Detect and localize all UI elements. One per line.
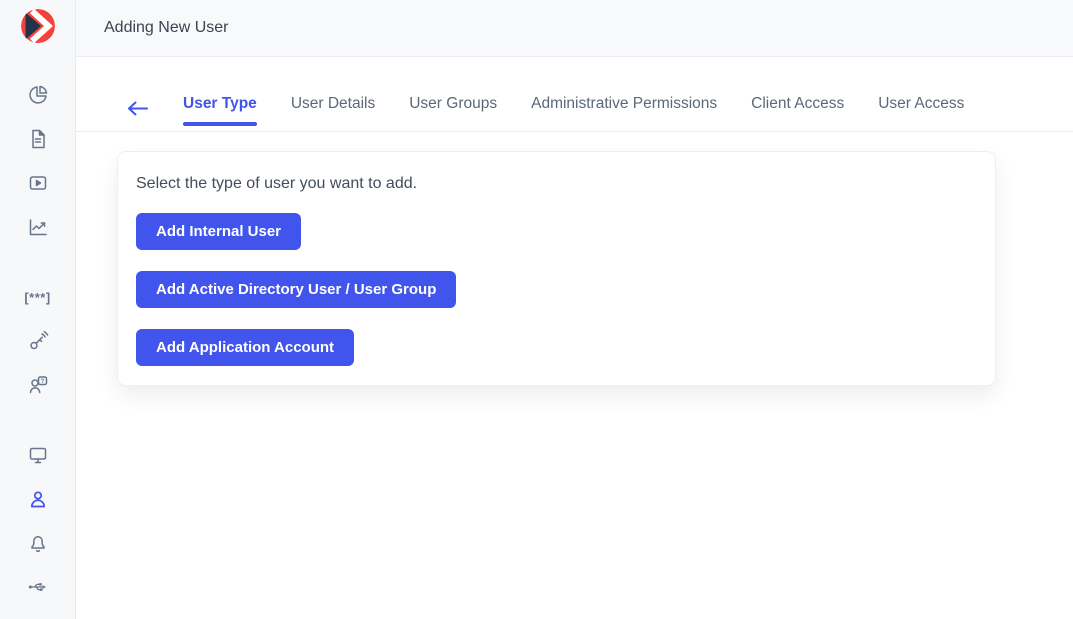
tab-client-access[interactable]: Client Access xyxy=(751,95,844,131)
arrow-left-icon xyxy=(126,100,149,117)
user-type-card: Select the type of user you want to add.… xyxy=(117,151,996,386)
video-play-icon[interactable] xyxy=(25,171,51,195)
bell-icon[interactable] xyxy=(25,531,51,555)
password-brackets-glyph: [***] xyxy=(24,290,50,305)
tab-user-type[interactable]: User Type xyxy=(183,95,257,131)
password-brackets-icon[interactable]: [***] xyxy=(25,285,51,309)
add-application-account-button[interactable]: Add Application Account xyxy=(136,329,354,366)
sidebar: [***] ? xyxy=(0,0,76,619)
page-header: Adding New User xyxy=(76,0,1073,57)
usb-icon[interactable] xyxy=(25,575,51,599)
brand-logo-icon xyxy=(20,8,56,44)
back-button[interactable] xyxy=(126,100,149,117)
svg-text:?: ? xyxy=(40,379,44,385)
user-question-icon[interactable]: ? xyxy=(25,373,51,397)
add-internal-user-button[interactable]: Add Internal User xyxy=(136,213,301,250)
pie-chart-icon[interactable] xyxy=(25,83,51,107)
tab-user-access[interactable]: User Access xyxy=(878,95,964,131)
monitor-icon[interactable] xyxy=(25,443,51,467)
user-type-prompt: Select the type of user you want to add. xyxy=(136,175,975,193)
content-area: Select the type of user you want to add.… xyxy=(76,132,1073,619)
main-column: Adding New User User Type User Details U… xyxy=(76,0,1073,619)
key-signal-icon[interactable] xyxy=(25,329,51,353)
wizard-tabs: User Type User Details User Groups Admin… xyxy=(183,95,964,131)
wizard-tabbar: User Type User Details User Groups Admin… xyxy=(76,57,1073,132)
tab-user-details[interactable]: User Details xyxy=(291,95,375,131)
brand-logo[interactable] xyxy=(0,0,75,47)
document-icon[interactable] xyxy=(25,127,51,151)
trend-chart-icon[interactable] xyxy=(25,215,51,239)
tab-administrative-permissions[interactable]: Administrative Permissions xyxy=(531,95,717,131)
user-icon[interactable] xyxy=(25,487,51,511)
add-active-directory-user-button[interactable]: Add Active Directory User / User Group xyxy=(136,271,456,308)
sidebar-nav: [***] ? xyxy=(25,47,51,619)
tab-user-groups[interactable]: User Groups xyxy=(409,95,497,131)
page-title: Adding New User xyxy=(104,19,229,37)
